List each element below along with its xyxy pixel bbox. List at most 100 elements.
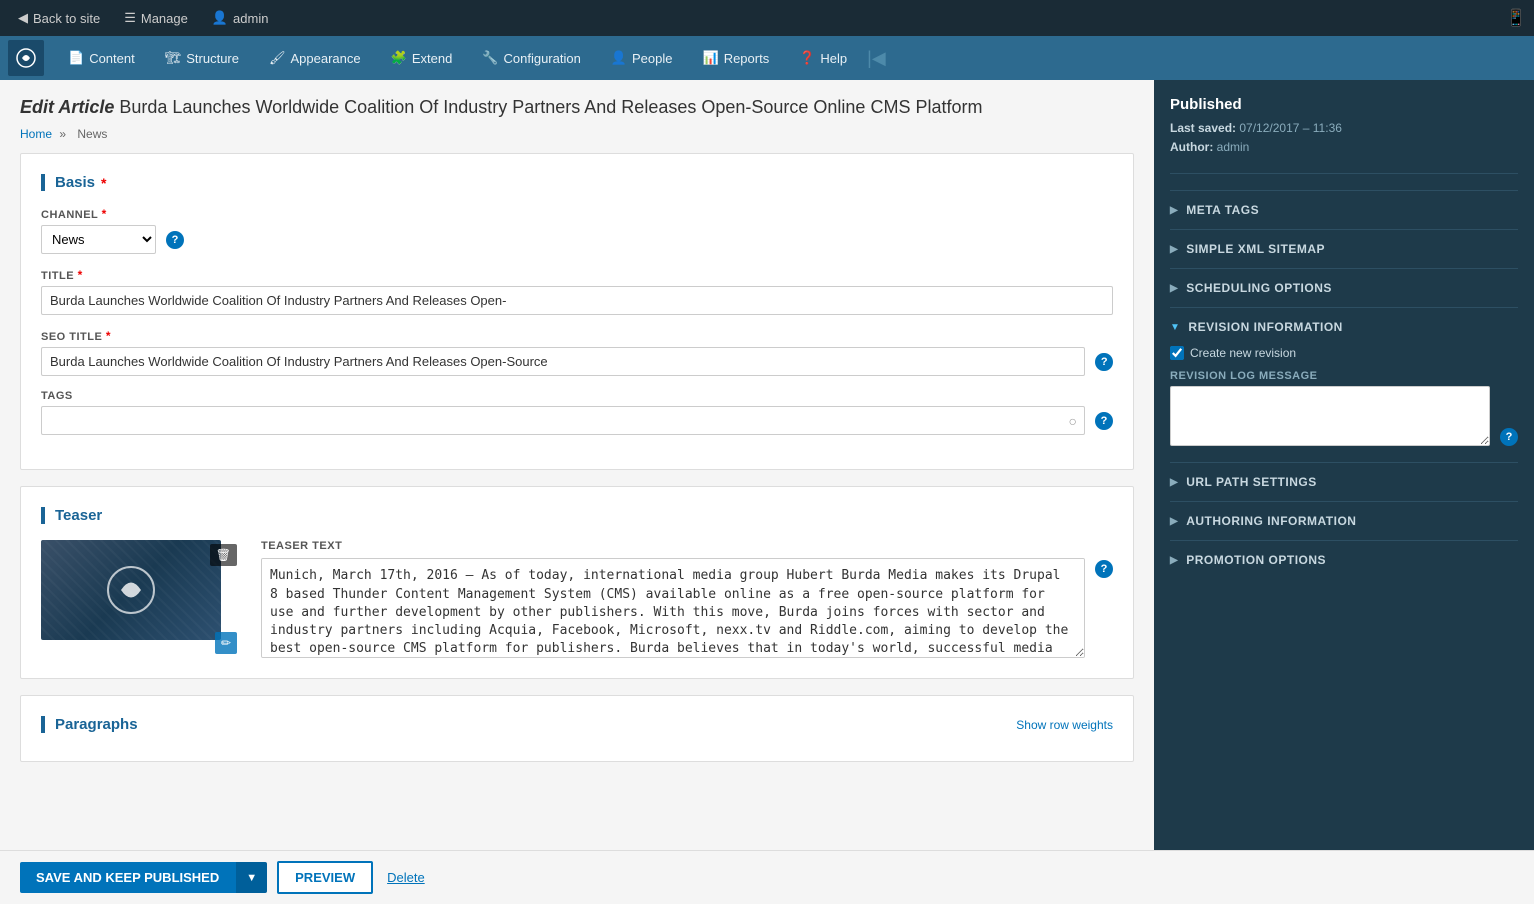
- appearance-icon: 🖌: [269, 50, 286, 66]
- admin-bar: ◀ Back to site ☰ Manage 👤 admin 📱: [0, 0, 1534, 36]
- revision-label: REVISION INFORMATION: [1188, 320, 1342, 334]
- create-revision-checkbox[interactable]: [1170, 346, 1184, 360]
- manage-button[interactable]: ☰ Manage: [114, 6, 198, 30]
- tags-input[interactable]: [41, 406, 1085, 435]
- nav-people[interactable]: 👤 People: [597, 36, 687, 80]
- seo-title-row: ?: [41, 347, 1113, 376]
- revision-arrow: ▼: [1170, 322, 1180, 333]
- nav-extend-label: Extend: [412, 51, 452, 66]
- paragraphs-title: Paragraphs: [41, 716, 138, 733]
- teaser-content: 🗑 ✏ TEASER TEXT Munich, March 17th, 2016…: [41, 540, 1113, 658]
- manage-label: Manage: [141, 11, 188, 26]
- nav-extend[interactable]: 🧩 Extend: [377, 36, 467, 80]
- nav-reports[interactable]: 📊 Reports: [689, 36, 784, 80]
- preview-button[interactable]: PREVIEW: [277, 861, 373, 894]
- nav-help-label: Help: [820, 51, 847, 66]
- nav-appearance[interactable]: 🖌 Appearance: [255, 36, 375, 80]
- accordion-authoring-header[interactable]: ▶ AUTHORING INFORMATION: [1170, 502, 1518, 540]
- accordion-xml-sitemap: ▶ SIMPLE XML SITEMAP: [1170, 229, 1518, 268]
- teaser-text-label: TEASER TEXT: [261, 540, 1113, 552]
- back-icon: ◀: [18, 10, 28, 26]
- revision-log-help-icon[interactable]: ?: [1500, 428, 1518, 446]
- teaser-textarea[interactable]: Munich, March 17th, 2016 – As of today, …: [261, 558, 1085, 658]
- status-published: Published: [1170, 96, 1518, 113]
- admin-label: admin: [233, 11, 268, 26]
- tags-row: ○ ?: [41, 406, 1113, 435]
- breadcrumb-home[interactable]: Home: [20, 127, 52, 141]
- meta-tags-label: META TAGS: [1186, 203, 1259, 217]
- revision-checkbox-row: Create new revision: [1170, 346, 1518, 360]
- revision-log-textarea[interactable]: [1170, 386, 1490, 446]
- accordion-scheduling-header[interactable]: ▶ SCHEDULING OPTIONS: [1170, 269, 1518, 307]
- accordion-meta-tags-header[interactable]: ▶ META TAGS: [1170, 191, 1518, 229]
- meta-tags-arrow: ▶: [1170, 205, 1178, 216]
- nav-configuration[interactable]: 🔧 Configuration: [468, 36, 595, 80]
- structure-icon: 🏗: [165, 50, 182, 66]
- nav-help[interactable]: ❓ Help: [785, 36, 861, 80]
- revision-log-wrap: ?: [1170, 386, 1518, 446]
- nav-separator: |◀: [867, 48, 886, 69]
- channel-field: CHANNEL * News Sports Tech Entertainment…: [41, 207, 1113, 254]
- seo-title-input[interactable]: [41, 347, 1085, 376]
- xml-sitemap-label: SIMPLE XML SITEMAP: [1186, 242, 1325, 256]
- page-title-prefix: Edit Article: [20, 97, 114, 117]
- channel-label: CHANNEL *: [41, 207, 1113, 221]
- accordion-xml-sitemap-header[interactable]: ▶ SIMPLE XML SITEMAP: [1170, 230, 1518, 268]
- basis-title-text: Basis: [55, 174, 95, 191]
- extend-icon: 🧩: [391, 50, 407, 66]
- basis-required-star: *: [101, 175, 106, 191]
- save-button[interactable]: SAVE AND KEEP PUBLISHED: [20, 862, 235, 893]
- basis-title: Basis *: [41, 174, 1113, 191]
- tags-help-icon[interactable]: ?: [1095, 412, 1113, 430]
- breadcrumb-separator: »: [59, 127, 69, 141]
- accordion-meta-tags: ▶ META TAGS: [1170, 190, 1518, 229]
- scheduling-label: SCHEDULING OPTIONS: [1186, 281, 1332, 295]
- xml-sitemap-arrow: ▶: [1170, 244, 1178, 255]
- nav-structure-label: Structure: [186, 51, 239, 66]
- nav-appearance-label: Appearance: [291, 51, 361, 66]
- status-author: Author: admin: [1170, 138, 1518, 157]
- channel-help-icon[interactable]: ?: [166, 231, 184, 249]
- teaser-image: [41, 540, 221, 640]
- site-logo: [8, 40, 44, 76]
- teaser-text-wrap: TEASER TEXT Munich, March 17th, 2016 – A…: [261, 540, 1113, 658]
- show-row-weights-link[interactable]: Show row weights: [1016, 718, 1113, 732]
- seo-title-help-icon[interactable]: ?: [1095, 353, 1113, 371]
- device-icon: 📱: [1506, 8, 1526, 28]
- accordion-revision: ▼ REVISION INFORMATION Create new revisi…: [1170, 307, 1518, 462]
- promotion-arrow: ▶: [1170, 555, 1178, 566]
- status-last-saved: Last saved: 07/12/2017 – 11:36: [1170, 119, 1518, 138]
- accordion-url-path-header[interactable]: ▶ URL PATH SETTINGS: [1170, 463, 1518, 501]
- teaser-image-wrap: 🗑 ✏: [41, 540, 241, 658]
- create-revision-label[interactable]: Create new revision: [1190, 346, 1296, 360]
- reports-icon: 📊: [703, 50, 719, 66]
- nav-content[interactable]: 📄 Content: [54, 36, 149, 80]
- main-layout: VIEW EDIT DELETE REVISIONS Edit Article …: [0, 80, 1534, 904]
- back-to-site-button[interactable]: ◀ Back to site: [8, 6, 110, 30]
- admin-user-icon: 👤: [212, 10, 228, 26]
- authoring-arrow: ▶: [1170, 516, 1178, 527]
- title-input[interactable]: [41, 286, 1113, 315]
- bottom-bar: SAVE AND KEEP PUBLISHED ▼ PREVIEW Delete: [0, 850, 1534, 904]
- page-title: Edit Article Burda Launches Worldwide Co…: [20, 96, 1134, 119]
- seo-title-field: SEO TITLE * ?: [41, 329, 1113, 376]
- save-btn-group: SAVE AND KEEP PUBLISHED ▼: [20, 862, 267, 893]
- teaser-help-icon[interactable]: ?: [1095, 560, 1113, 578]
- paragraphs-title-text: Paragraphs: [55, 716, 138, 733]
- manage-icon: ☰: [124, 10, 136, 26]
- nav-structure[interactable]: 🏗 Structure: [151, 36, 253, 80]
- accordion-authoring: ▶ AUTHORING INFORMATION: [1170, 501, 1518, 540]
- content-area: VIEW EDIT DELETE REVISIONS Edit Article …: [0, 80, 1154, 904]
- accordion-revision-header[interactable]: ▼ REVISION INFORMATION: [1170, 308, 1518, 346]
- accordion-promotion-header[interactable]: ▶ PROMOTION OPTIONS: [1170, 541, 1518, 579]
- image-delete-button[interactable]: 🗑: [210, 544, 237, 566]
- promotion-label: PROMOTION OPTIONS: [1186, 553, 1326, 567]
- teaser-title: Teaser: [41, 507, 1113, 524]
- image-edit-button[interactable]: ✏: [215, 632, 237, 654]
- save-dropdown-arrow[interactable]: ▼: [235, 862, 267, 893]
- admin-button[interactable]: 👤 admin: [202, 6, 279, 30]
- delete-link[interactable]: Delete: [387, 870, 425, 885]
- people-icon: 👤: [611, 50, 627, 66]
- tags-search-icon: ○: [1069, 413, 1077, 429]
- channel-select[interactable]: News Sports Tech Entertainment: [41, 225, 156, 254]
